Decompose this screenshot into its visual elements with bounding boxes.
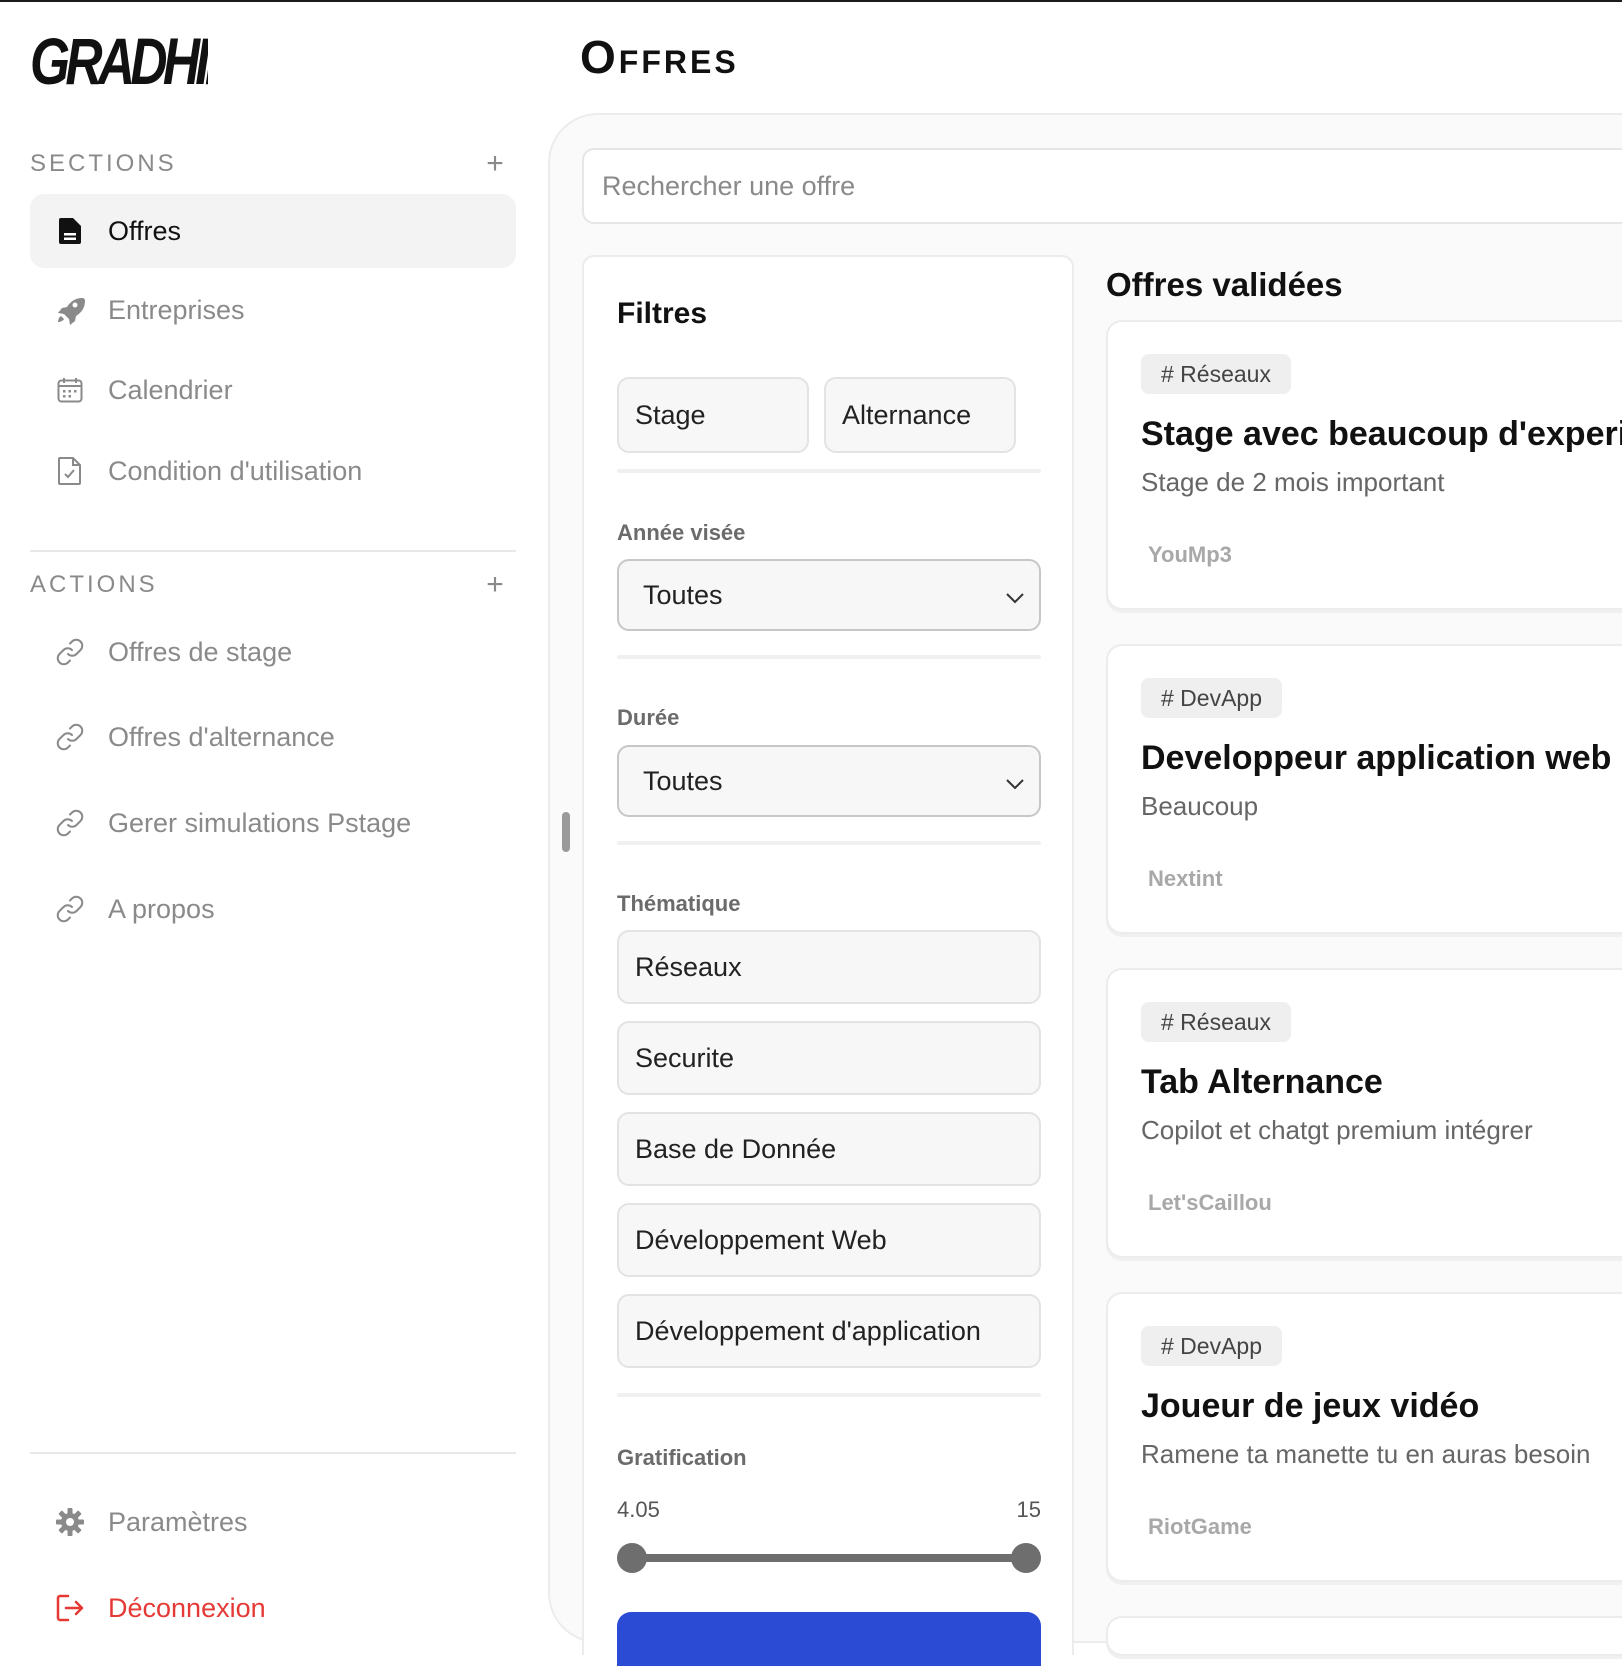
offer-tag: # DevApp — [1141, 1326, 1283, 1366]
theme-securite-button[interactable]: Securite — [617, 1021, 1041, 1095]
page-title: Offres — [580, 31, 739, 83]
file-check-icon — [54, 455, 86, 487]
sidebar-item-conditions[interactable]: Condition d'utilisation — [30, 434, 516, 508]
offer-title: Developpeur application web — [1141, 739, 1612, 777]
filter-divider — [617, 469, 1041, 473]
add-section-button[interactable]: + — [480, 149, 510, 179]
duration-select[interactable]: Toutes — [617, 745, 1041, 817]
theme-reseaux-button[interactable]: Réseaux — [617, 930, 1041, 1004]
filter-stage-button[interactable]: Stage — [617, 377, 809, 453]
sidebar-item-label: Entreprises — [108, 294, 245, 325]
actions-title: ACTIONS — [30, 571, 158, 598]
theme-devweb-button[interactable]: Développement Web — [617, 1203, 1041, 1277]
filter-divider — [617, 1393, 1041, 1397]
logout-label: Déconnexion — [108, 1592, 266, 1623]
theme-bdd-button[interactable]: Base de Donnée — [617, 1112, 1041, 1186]
sections-title: SECTIONS — [30, 150, 177, 177]
svg-text:GRADHIRE: GRADHIRE — [30, 30, 208, 88]
add-action-button[interactable]: + — [480, 570, 510, 600]
filters-panel: Filtres Stage Alternance Année visée Tou… — [582, 255, 1074, 1666]
sidebar-item-label: Calendrier — [108, 374, 233, 405]
offer-company: Let'sCaillou — [1148, 1190, 1272, 1215]
resize-handle[interactable] — [562, 812, 570, 852]
sidebar-bottom-divider — [30, 1452, 516, 1454]
settings-label: Paramètres — [108, 1506, 248, 1537]
slider-track — [631, 1554, 1027, 1562]
filters-title: Filtres — [617, 297, 708, 330]
gradhire-logo[interactable]: GRADHIRE — [30, 30, 208, 88]
document-icon — [54, 215, 86, 247]
offer-title: Stage avec beaucoup d'experience — [1141, 415, 1622, 453]
link-icon — [54, 807, 86, 839]
sidebar-item-label: Gerer simulations Pstage — [108, 807, 412, 838]
offers-title: Offres validées — [1106, 266, 1343, 303]
offer-company: Nextint — [1148, 866, 1223, 891]
offer-title: Joueur de jeux vidéo — [1141, 1387, 1480, 1425]
sections-header: SECTIONS + — [30, 149, 516, 179]
sidebar-item-a-propos[interactable]: A propos — [30, 872, 516, 946]
offer-description: Copilot et chatgt premium intégrer — [1141, 1115, 1533, 1145]
offer-card[interactable]: # DevApp Developpeur application web Bea… — [1106, 644, 1622, 934]
sidebar-item-offres[interactable]: Offres — [30, 194, 516, 268]
offer-card[interactable]: # Réseaux Stage avec beaucoup d'experien… — [1106, 320, 1622, 610]
slider-min-handle[interactable] — [617, 1543, 647, 1573]
link-icon — [54, 893, 86, 925]
actions-header: ACTIONS + — [30, 570, 516, 600]
calendar-icon — [54, 374, 86, 406]
rocket-icon — [54, 294, 86, 326]
sidebar-item-simulations[interactable]: Gerer simulations Pstage — [30, 786, 516, 860]
offer-tag: # DevApp — [1141, 678, 1283, 718]
theme-label: Thématique — [617, 891, 741, 916]
offer-title: Tab Alternance — [1141, 1063, 1383, 1101]
gear-icon — [54, 1506, 86, 1538]
year-label: Année visée — [617, 520, 746, 545]
theme-devapp-button[interactable]: Développement d'application — [617, 1294, 1041, 1368]
offer-description: Ramene ta manette tu en auras besoin — [1141, 1439, 1591, 1469]
sidebar-item-label: Condition d'utilisation — [108, 455, 363, 486]
gratification-values: 4.05 15 — [617, 1497, 1041, 1523]
gratification-slider[interactable] — [617, 1543, 1041, 1573]
apply-filters-button[interactable] — [617, 1612, 1041, 1666]
filter-alternance-button[interactable]: Alternance — [824, 377, 1016, 453]
year-select[interactable]: Toutes — [617, 559, 1041, 631]
gratification-min: 4.05 — [617, 1497, 660, 1522]
offer-card[interactable]: # Réseaux Tab Alternance Copilot et chat… — [1106, 968, 1622, 1258]
gratification-max: 15 — [1016, 1497, 1041, 1522]
chevron-down-icon — [1005, 766, 1025, 797]
year-select-value: Toutes — [643, 579, 723, 610]
logout-icon — [54, 1592, 86, 1624]
sidebar-item-entreprises[interactable]: Entreprises — [30, 273, 516, 347]
sidebar-divider — [30, 550, 516, 552]
duration-label: Durée — [617, 705, 680, 730]
offer-company: YouMp3 — [1148, 542, 1232, 567]
link-icon — [54, 636, 86, 668]
logo-wordmark-icon: GRADHIRE — [30, 30, 208, 88]
offer-tag: # Réseaux — [1141, 1002, 1291, 1042]
sidebar-item-label: Offres d'alternance — [108, 721, 335, 752]
sidebar-item-label: A propos — [108, 893, 215, 924]
search-input[interactable] — [582, 148, 1622, 224]
sidebar-item-offres-stage[interactable]: Offres de stage — [30, 615, 516, 689]
offer-company: RiotGame — [1148, 1514, 1252, 1539]
sidebar-item-offres-alternance[interactable]: Offres d'alternance — [30, 700, 516, 774]
sidebar-item-label: Offres de stage — [108, 636, 293, 667]
offer-description: Beaucoup — [1141, 791, 1259, 821]
filter-divider — [617, 841, 1041, 845]
filter-divider — [617, 655, 1041, 659]
link-icon — [54, 721, 86, 753]
settings-button[interactable]: Paramètres — [30, 1485, 516, 1559]
offer-description: Stage de 2 mois important — [1141, 467, 1445, 497]
offer-card[interactable]: # DevApp Joueur de jeux vidéo Ramene ta … — [1106, 1292, 1622, 1582]
slider-max-handle[interactable] — [1011, 1543, 1041, 1573]
sidebar-item-calendrier[interactable]: Calendrier — [30, 353, 516, 427]
offer-card-partial[interactable] — [1106, 1616, 1622, 1656]
offer-tag: # Réseaux — [1141, 354, 1291, 394]
sidebar: GRADHIRE SECTIONS + Offres Entreprises C… — [0, 0, 520, 1666]
duration-select-value: Toutes — [643, 765, 723, 796]
sidebar-item-label: Offres — [108, 215, 182, 246]
chevron-down-icon — [1005, 580, 1025, 611]
gratification-label: Gratification — [617, 1445, 747, 1470]
logout-button[interactable]: Déconnexion — [30, 1571, 516, 1645]
